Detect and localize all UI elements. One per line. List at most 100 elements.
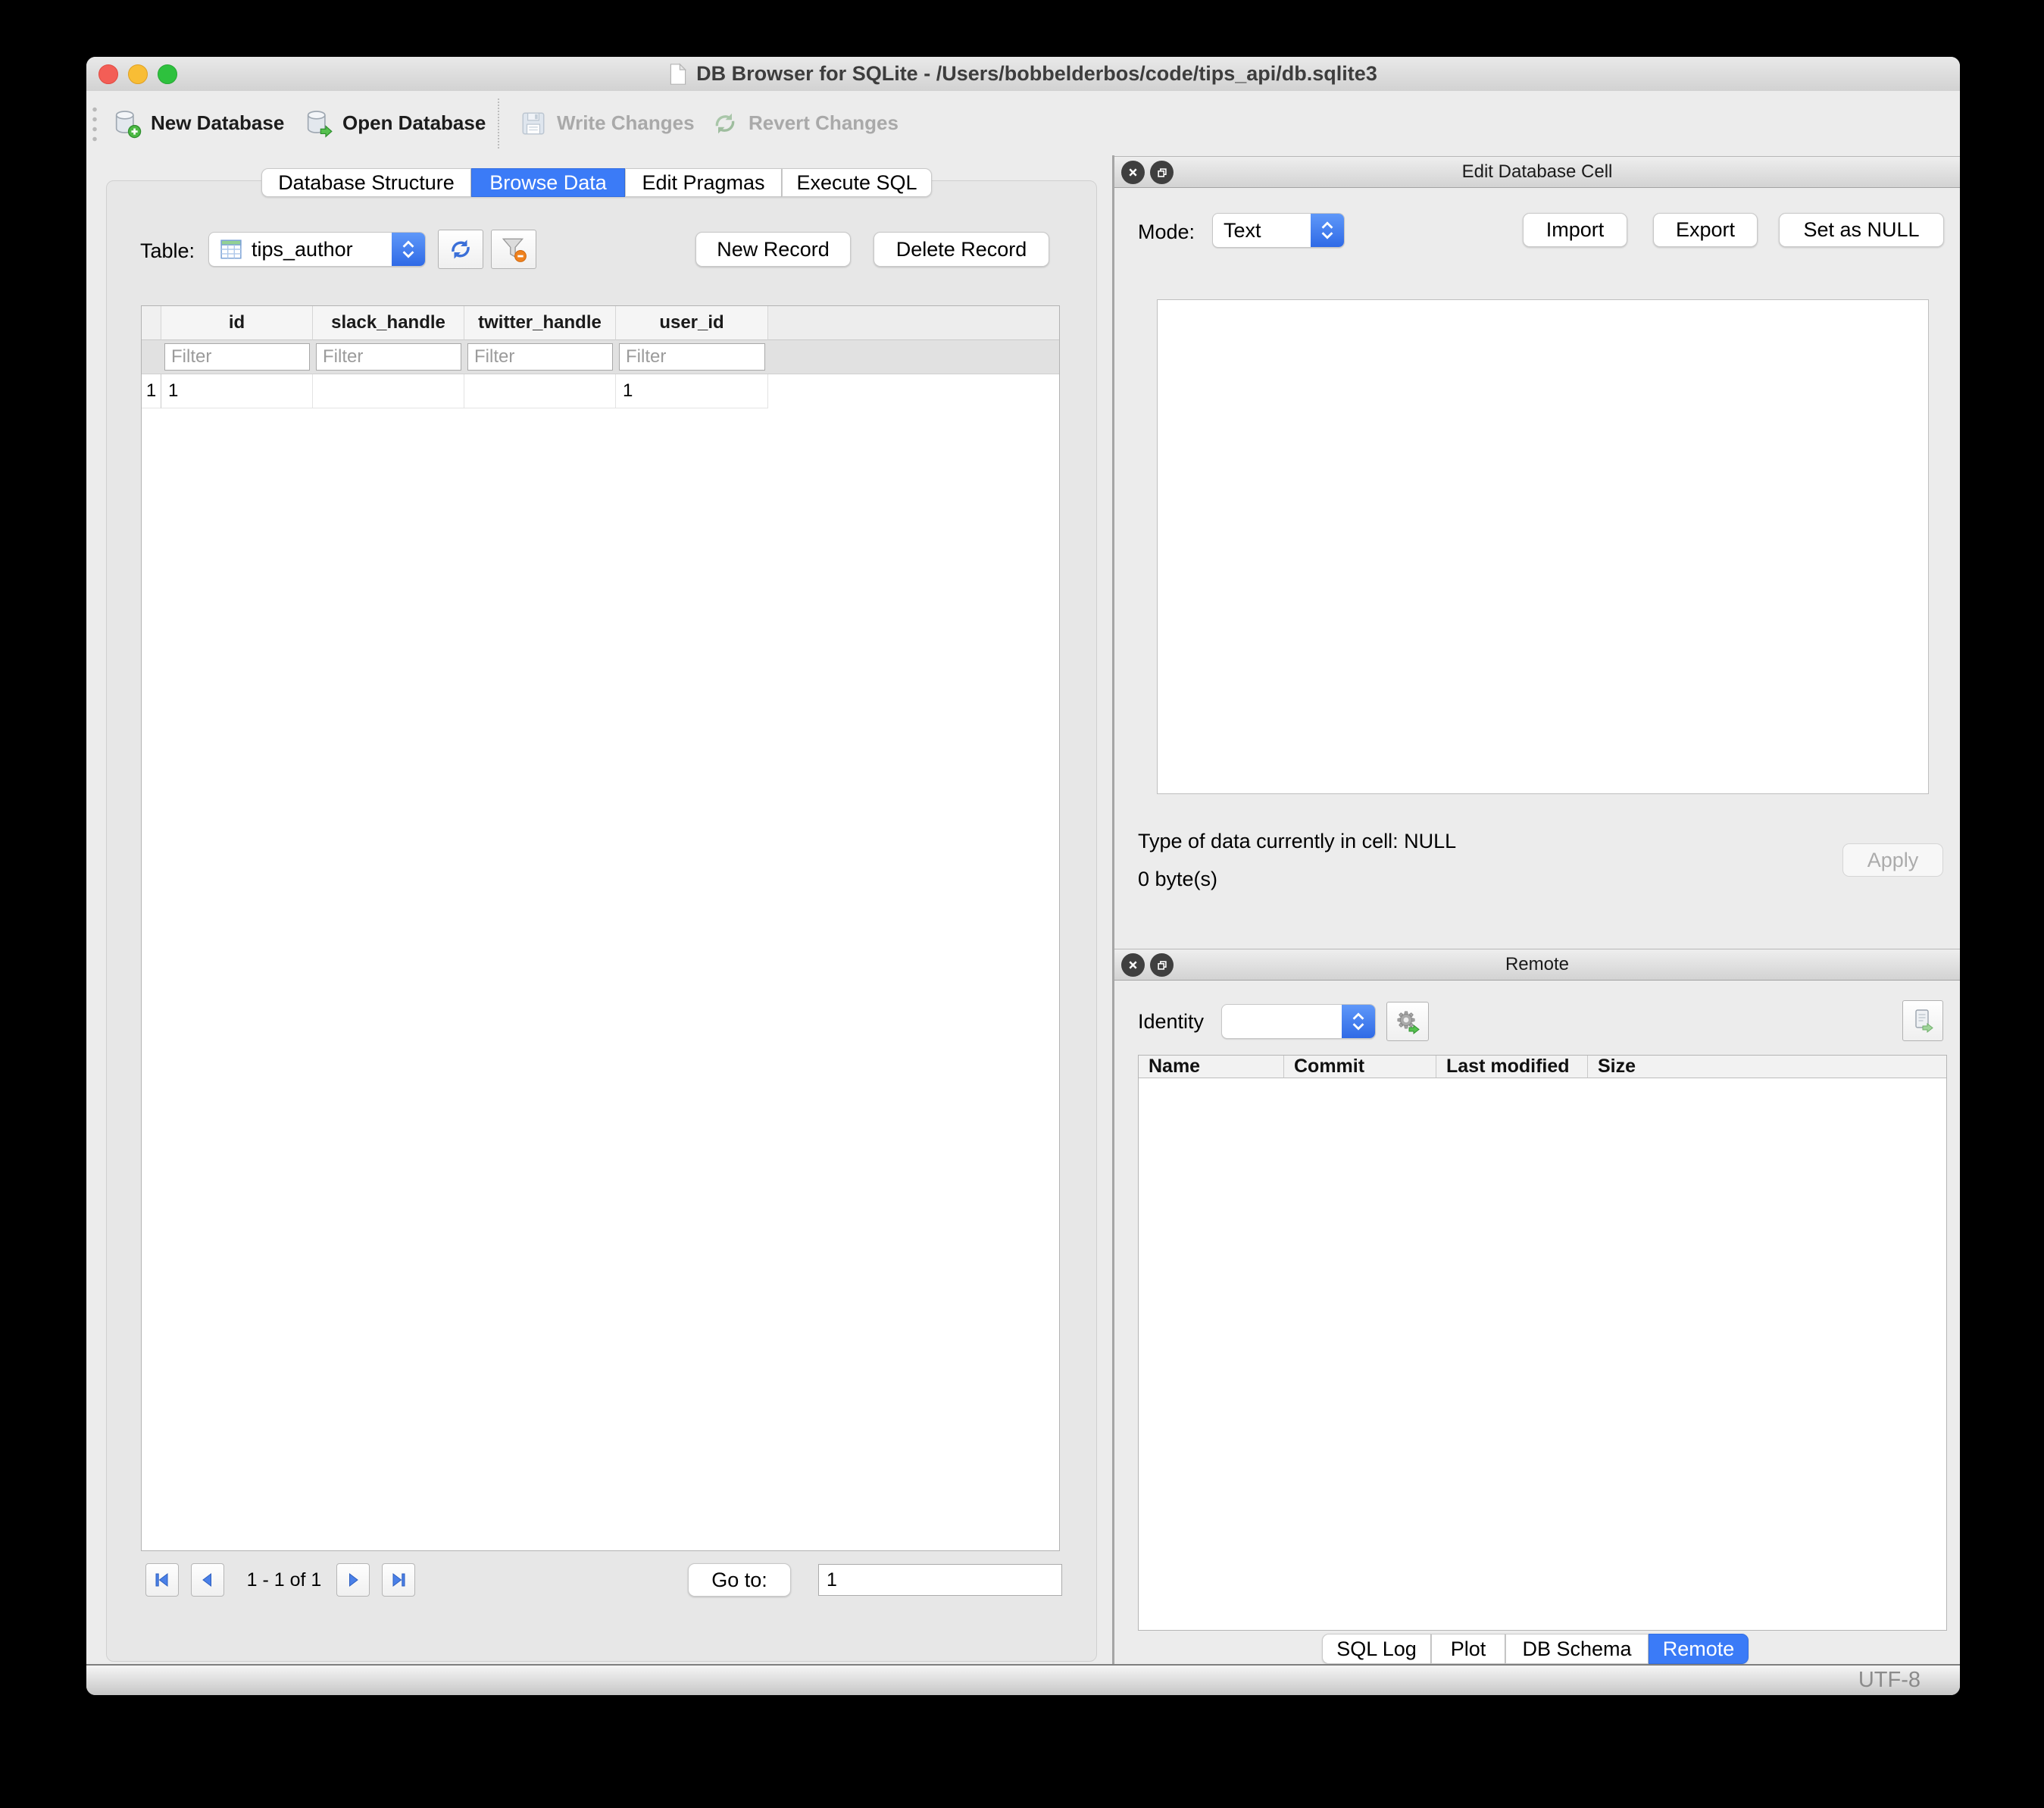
remote-dock-title: Remote: [1505, 954, 1570, 974]
cell-size-info: 0 byte(s): [1138, 868, 1218, 890]
column-header-filler: [768, 306, 1059, 340]
tab-db-schema[interactable]: DB Schema: [1505, 1634, 1649, 1664]
float-icon: [1157, 960, 1167, 970]
table-label: Table:: [140, 239, 195, 262]
filter-input-user-id[interactable]: [619, 343, 765, 371]
table-name: tips_author: [252, 237, 353, 261]
tab-plot[interactable]: Plot: [1431, 1634, 1505, 1664]
apply-label: Apply: [1867, 848, 1919, 871]
first-page-icon: [155, 1572, 168, 1587]
float-dock-button[interactable]: [1150, 161, 1174, 184]
close-dock-button[interactable]: [1121, 953, 1145, 977]
export-button[interactable]: Export: [1653, 213, 1758, 247]
tab-execute-sql[interactable]: Execute SQL: [782, 168, 932, 197]
open-database-button[interactable]: Open Database: [303, 91, 486, 155]
remote-column-name[interactable]: Name: [1139, 1056, 1284, 1078]
remote-column-size[interactable]: Size: [1588, 1056, 1946, 1078]
column-header-user-id[interactable]: user_id: [616, 306, 768, 340]
main-toolbar: New Database Open Database Write Changes…: [86, 91, 1960, 155]
vertical-splitter[interactable]: [1112, 155, 1114, 1664]
next-page-button[interactable]: [336, 1563, 370, 1597]
revert-changes-button[interactable]: Revert Changes: [711, 91, 899, 155]
import-button[interactable]: Import: [1523, 213, 1627, 247]
close-icon: [1129, 168, 1137, 177]
row-number-header: [142, 306, 161, 340]
new-database-button[interactable]: New Database: [111, 91, 284, 155]
cell-editor-textarea[interactable]: [1157, 299, 1929, 794]
cell-twitter-handle[interactable]: [464, 374, 616, 408]
record-range-label: 1 - 1 of 1: [246, 1569, 322, 1591]
tab-label: DB Schema: [1522, 1637, 1632, 1660]
import-label: Import: [1546, 218, 1605, 241]
status-bar: UTF-8: [86, 1664, 1960, 1695]
tab-edit-pragmas[interactable]: Edit Pragmas: [625, 168, 782, 197]
push-database-button[interactable]: [1902, 1000, 1943, 1041]
filter-input-slack-handle[interactable]: [316, 343, 461, 371]
app-window: DB Browser for SQLite - /Users/bobbelder…: [86, 57, 1960, 1695]
chevron-up-down-icon: [1342, 1005, 1375, 1038]
close-dock-button[interactable]: [1121, 161, 1145, 184]
remote-column-label: Name: [1149, 1056, 1201, 1077]
row-number-value: 1: [145, 380, 157, 401]
column-header-label: slack_handle: [331, 312, 445, 333]
refresh-table-button[interactable]: [438, 230, 483, 269]
encoding-indicator[interactable]: UTF-8: [1858, 1668, 1921, 1693]
remote-column-label: Size: [1598, 1056, 1636, 1077]
new-record-label: New Record: [717, 237, 830, 261]
toolbar-drag-handle[interactable]: [92, 105, 97, 142]
tab-remote[interactable]: Remote: [1649, 1634, 1749, 1664]
edit-cell-dock-title: Edit Database Cell: [1461, 161, 1613, 182]
edit-cell-dock-header[interactable]: Edit Database Cell: [1114, 156, 1960, 188]
delete-record-label: Delete Record: [895, 237, 1027, 261]
filter-input-twitter-handle[interactable]: [467, 343, 613, 371]
chevron-up-down-icon: [1311, 214, 1344, 247]
filter-input-id[interactable]: [164, 343, 310, 371]
cell-value: 1: [168, 380, 179, 401]
previous-page-icon: [202, 1572, 211, 1587]
goto-button[interactable]: Go to:: [688, 1563, 791, 1597]
goto-input[interactable]: [818, 1564, 1062, 1596]
write-changes-button[interactable]: Write Changes: [519, 91, 695, 155]
mode-select-value: Text: [1224, 218, 1261, 242]
remote-column-label: Last modified: [1446, 1056, 1570, 1077]
title-bar[interactable]: DB Browser for SQLite - /Users/bobbelder…: [86, 57, 1960, 92]
first-page-button[interactable]: [145, 1563, 179, 1597]
set-as-null-button[interactable]: Set as NULL: [1779, 213, 1944, 247]
remote-files-table: Name Commit Last modified Size: [1138, 1055, 1947, 1631]
chevron-up-down-icon: [392, 233, 425, 266]
last-page-button[interactable]: [382, 1563, 415, 1597]
table-select[interactable]: tips_author: [208, 232, 426, 267]
tab-sql-log[interactable]: SQL Log: [1322, 1634, 1431, 1664]
delete-record-button[interactable]: Delete Record: [874, 232, 1049, 267]
cell-slack-handle[interactable]: [313, 374, 464, 408]
mode-label: Mode:: [1138, 221, 1195, 243]
column-header-label: id: [228, 312, 245, 333]
identity-select[interactable]: [1221, 1004, 1376, 1039]
next-page-icon: [349, 1572, 358, 1587]
tab-label: Browse Data: [489, 170, 607, 194]
data-grid: id slack_handle twitter_handle user_id 1…: [141, 305, 1060, 1551]
write-changes-icon: [522, 112, 545, 134]
remote-column-last-modified[interactable]: Last modified: [1436, 1056, 1588, 1078]
open-database-label: Open Database: [342, 111, 486, 134]
tab-database-structure[interactable]: Database Structure: [261, 168, 471, 197]
column-header-id[interactable]: id: [161, 306, 313, 340]
window-title: DB Browser for SQLite - /Users/bobbelder…: [696, 62, 1377, 85]
clear-all-filters-button[interactable]: [491, 230, 536, 269]
column-header-twitter-handle[interactable]: twitter_handle: [464, 306, 616, 340]
title-wrap: DB Browser for SQLite - /Users/bobbelder…: [86, 57, 1960, 91]
set-as-null-label: Set as NULL: [1803, 218, 1920, 241]
identity-settings-button[interactable]: [1386, 1002, 1429, 1041]
cell-id[interactable]: 1: [161, 374, 313, 408]
cell-type-info: Type of data currently in cell: NULL: [1138, 830, 1457, 852]
cell-user-id[interactable]: 1: [616, 374, 768, 408]
column-header-slack-handle[interactable]: slack_handle: [313, 306, 464, 340]
float-dock-button[interactable]: [1150, 953, 1174, 977]
mode-select[interactable]: Text: [1212, 213, 1345, 248]
new-record-button[interactable]: New Record: [695, 232, 851, 267]
previous-page-button[interactable]: [191, 1563, 224, 1597]
remote-column-commit[interactable]: Commit: [1284, 1056, 1436, 1078]
tab-browse-data[interactable]: Browse Data: [471, 168, 625, 197]
apply-button[interactable]: Apply: [1842, 843, 1943, 877]
remote-dock-header[interactable]: Remote: [1114, 949, 1960, 981]
